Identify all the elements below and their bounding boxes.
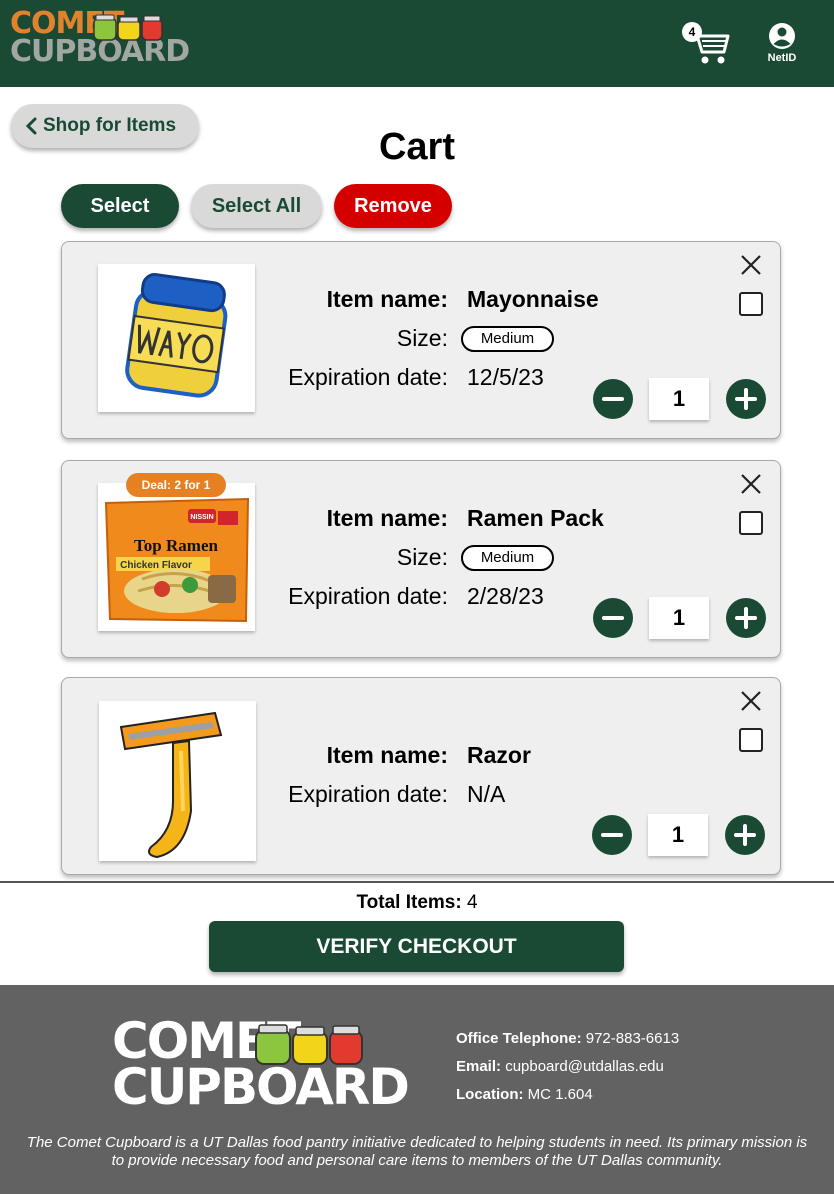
minus-icon xyxy=(602,397,624,401)
top-header: COMET CUPBOARD 4 NetID xyxy=(0,0,834,87)
decrease-quantity-button[interactable] xyxy=(593,598,633,638)
deal-badge: Deal: 2 for 1 xyxy=(126,473,226,497)
select-button[interactable]: Select xyxy=(61,184,179,228)
account-icon xyxy=(769,23,795,49)
phone-line: Office Telephone: 972-883-6613 xyxy=(456,1025,679,1053)
increase-quantity-button[interactable] xyxy=(725,815,765,855)
decrease-quantity-button[interactable] xyxy=(593,379,633,419)
cart-item-card: Item name: Razor Expiration date: N/A xyxy=(61,677,781,875)
remove-button[interactable]: Remove xyxy=(334,184,452,228)
expiration-label: Expiration date: xyxy=(288,781,448,807)
footer-logo: COMET CUPBOARD xyxy=(112,1016,410,1118)
cart-count-badge: 4 xyxy=(682,22,702,42)
expiration-label: Expiration date: xyxy=(288,364,448,390)
email-line: Email: cupboard@utdallas.edu xyxy=(456,1053,679,1081)
divider xyxy=(0,881,834,883)
footer-logo-line-2: CUPBOARD xyxy=(112,1058,410,1116)
total-items: Total Items: 4 xyxy=(0,892,834,914)
netid-label: NetID xyxy=(767,52,797,64)
decrease-quantity-button[interactable] xyxy=(592,815,632,855)
phone-label: Office Telephone: xyxy=(456,1030,582,1047)
plus-icon xyxy=(734,824,756,846)
increase-quantity-button[interactable] xyxy=(726,379,766,419)
netid-account-button[interactable]: NetID xyxy=(762,22,802,66)
minus-icon xyxy=(602,616,624,620)
close-icon[interactable] xyxy=(738,471,764,497)
mission-statement: The Comet Cupboard is a UT Dallas food p… xyxy=(26,1134,808,1169)
contact-info: Office Telephone: 972-883-6613 Email: cu… xyxy=(456,1025,679,1109)
item-name-label: Item name: xyxy=(326,286,448,312)
footer: COMET CUPBOARD Office Telephone: 972-883… xyxy=(0,985,834,1194)
location-value: MC 1.604 xyxy=(527,1086,593,1103)
comet-cupboard-logo[interactable]: COMET CUPBOARD xyxy=(10,9,190,72)
select-all-button[interactable]: Select All xyxy=(191,184,322,228)
item-name-value: Mayonnaise xyxy=(467,286,599,312)
close-icon[interactable] xyxy=(738,688,764,714)
expiration-value: N/A xyxy=(467,781,506,807)
item-name-value: Razor xyxy=(467,742,531,768)
location-label: Location: xyxy=(456,1086,524,1103)
email-value[interactable]: cupboard@utdallas.edu xyxy=(505,1058,664,1075)
item-name-label: Item name: xyxy=(326,505,448,531)
total-items-label: Total Items: xyxy=(356,892,462,913)
cart-button[interactable]: 4 xyxy=(682,22,732,66)
quantity-input[interactable] xyxy=(648,814,708,856)
size-badge: Medium xyxy=(461,545,554,571)
phone-value[interactable]: 972-883-6613 xyxy=(586,1030,679,1047)
location-line: Location: MC 1.604 xyxy=(456,1081,679,1109)
verify-checkout-button[interactable]: VERIFY CHECKOUT xyxy=(209,921,624,972)
item-checkbox[interactable] xyxy=(739,292,763,316)
expiration-label: Expiration date: xyxy=(288,583,448,609)
size-label: Size: xyxy=(396,325,448,351)
size-label: Size: xyxy=(396,544,448,570)
item-name-value: Ramen Pack xyxy=(467,505,604,531)
package-title-text: Top Ramen xyxy=(134,536,218,555)
increase-quantity-button[interactable] xyxy=(726,598,766,638)
item-checkbox[interactable] xyxy=(739,728,763,752)
minus-icon xyxy=(601,833,623,837)
cart-item-card: Item name: Mayonnaise Size: Medium Expir… xyxy=(61,241,781,439)
quantity-input[interactable] xyxy=(649,378,709,420)
jars-icon xyxy=(255,1024,363,1065)
cart-item-card: Deal: 2 for 1 NISSIN Top Ramen Chicken F… xyxy=(61,460,781,658)
jars-icon xyxy=(93,14,163,41)
quantity-input[interactable] xyxy=(649,597,709,639)
item-name-label: Item name: xyxy=(326,742,448,768)
expiration-value: 2/28/23 xyxy=(467,583,544,609)
item-checkbox[interactable] xyxy=(739,511,763,535)
plus-icon xyxy=(735,388,757,410)
total-items-value: 4 xyxy=(466,892,478,913)
page-title: Cart xyxy=(378,126,456,168)
size-badge: Medium xyxy=(461,326,554,352)
expiration-value: 12/5/23 xyxy=(467,364,544,390)
email-label: Email: xyxy=(456,1058,502,1075)
close-icon[interactable] xyxy=(738,252,764,278)
logo-line-2: CUPBOARD xyxy=(10,34,190,69)
plus-icon xyxy=(735,607,757,629)
